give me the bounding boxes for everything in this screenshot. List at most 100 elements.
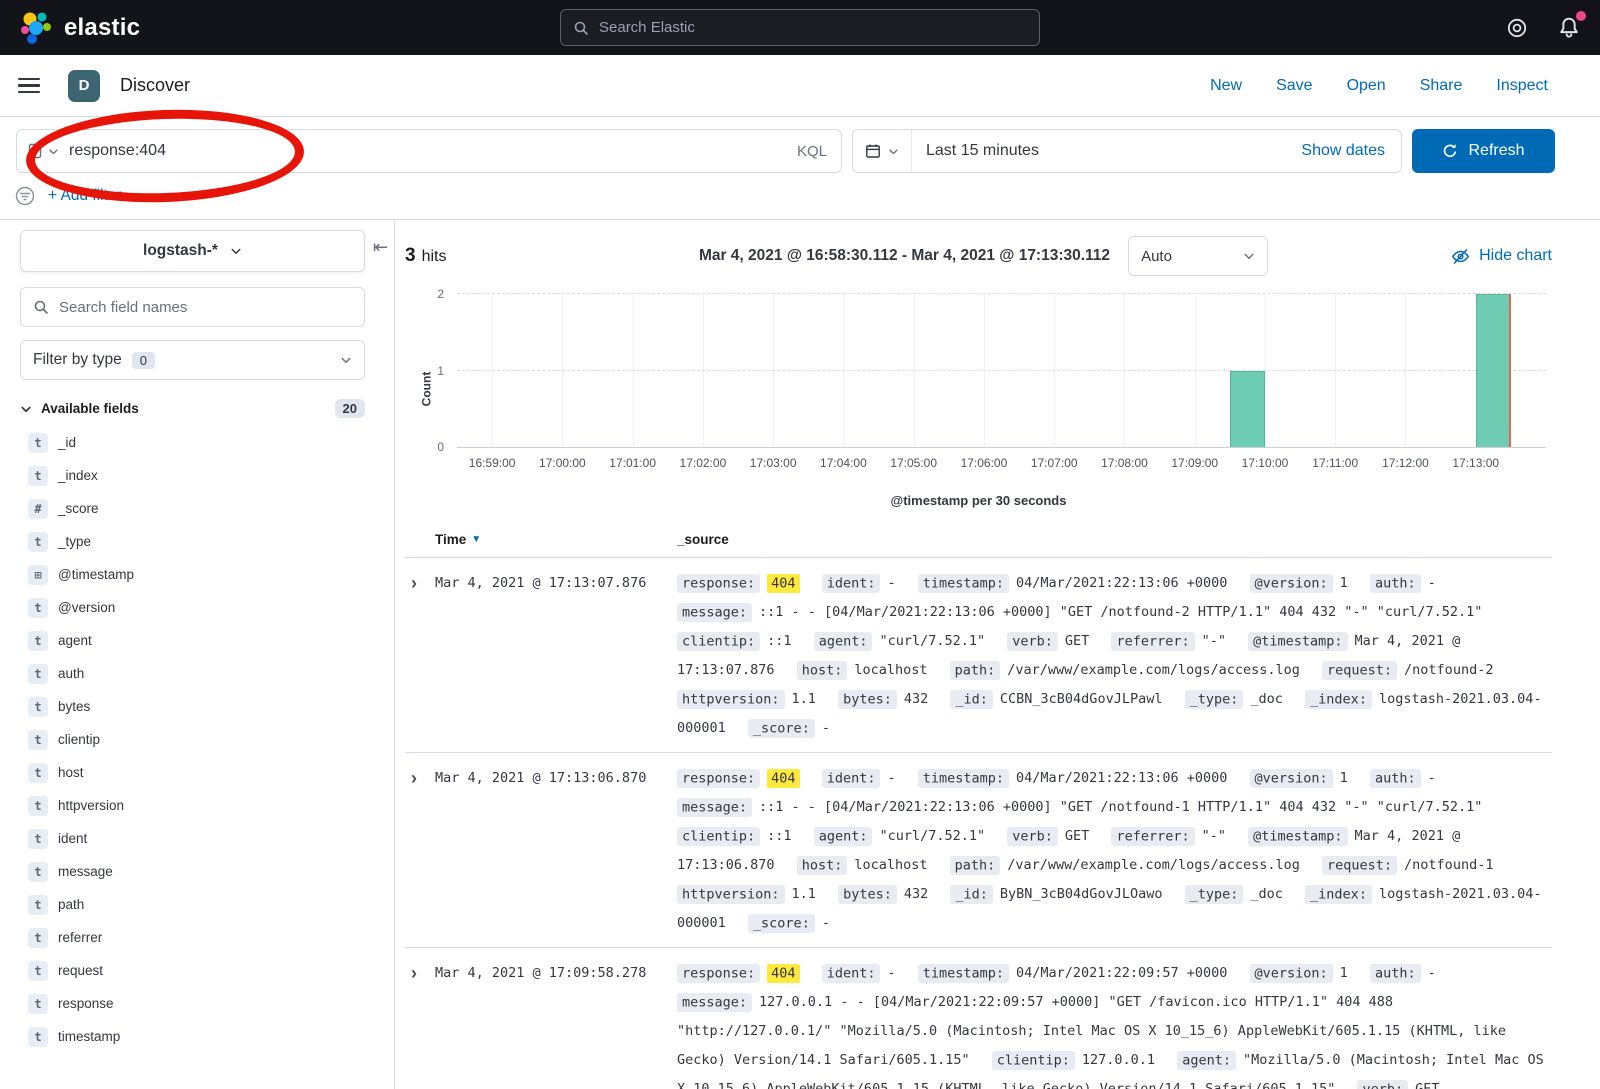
source-field-key: clientip:: [677, 827, 760, 846]
date-picker-menu-button[interactable]: [853, 130, 912, 172]
field-item-_index[interactable]: t_index: [20, 459, 364, 492]
chart-time-range: Mar 4, 2021 @ 16:58:30.112 - Mar 4, 2021…: [699, 247, 1110, 265]
source-field-key: auth:: [1370, 574, 1421, 593]
help-icon[interactable]: [1504, 15, 1530, 41]
field-item-ident[interactable]: tident: [20, 822, 364, 855]
query-input[interactable]: [69, 142, 777, 160]
source-field-key: _type:: [1185, 690, 1244, 709]
field-item-host[interactable]: thost: [20, 756, 364, 789]
query-language-button[interactable]: KQL: [787, 143, 827, 160]
field-name: agent: [58, 633, 92, 648]
x-tick-label: 17:03:00: [750, 456, 797, 470]
x-tick-label: 17:09:00: [1171, 456, 1218, 470]
filter-icon[interactable]: [14, 185, 36, 207]
field-item-_id[interactable]: t_id: [20, 426, 364, 459]
field-item-httpversion[interactable]: thttpversion: [20, 789, 364, 822]
nav-inspect-link[interactable]: Inspect: [1496, 77, 1548, 95]
source-field-value: "curl/7.52.1": [879, 828, 985, 844]
expand-row-button[interactable]: ›: [405, 959, 435, 1089]
time-column-header[interactable]: Time ▼: [435, 532, 677, 547]
source-field-key: _score:: [748, 719, 815, 738]
field-name: @timestamp: [58, 567, 134, 582]
y-tick-label: 1: [437, 364, 444, 378]
refresh-button[interactable]: Refresh: [1412, 129, 1555, 173]
field-search-input[interactable]: [59, 299, 352, 316]
doc-source: response:404 ident:- timestamp:04/Mar/20…: [677, 959, 1552, 1089]
x-tick-label: 17:12:00: [1382, 456, 1429, 470]
source-field-value: "curl/7.52.1": [879, 633, 985, 649]
source-field-value: -: [1428, 965, 1436, 981]
menu-icon[interactable]: [18, 78, 40, 94]
global-search[interactable]: [560, 9, 1040, 46]
field-item-@timestamp[interactable]: ⊞@timestamp: [20, 558, 364, 591]
nav-open-link[interactable]: Open: [1347, 77, 1386, 95]
collapse-sidebar-icon[interactable]: ⇤: [373, 238, 388, 256]
field-item-timestamp[interactable]: ttimestamp: [20, 1020, 364, 1053]
hits-bar: 3 hits Mar 4, 2021 @ 16:58:30.112 - Mar …: [405, 236, 1552, 276]
field-item-agent[interactable]: tagent: [20, 624, 364, 657]
field-item-request[interactable]: trequest: [20, 954, 364, 987]
source-field-value: GET: [1065, 633, 1089, 649]
field-item-response[interactable]: tresponse: [20, 987, 364, 1020]
x-tick-label: 17:01:00: [609, 456, 656, 470]
field-item-message[interactable]: tmessage: [20, 855, 364, 888]
field-item-_score[interactable]: #_score: [20, 492, 364, 525]
index-pattern-select[interactable]: logstash-*: [20, 230, 365, 272]
source-field-value: 1: [1340, 575, 1348, 591]
source-field-key: agent:: [814, 827, 873, 846]
nav-save-link[interactable]: Save: [1276, 77, 1312, 95]
hits-label: hits: [422, 248, 447, 266]
elastic-logo[interactable]: elastic: [18, 10, 140, 46]
source-field-key: host:: [797, 661, 848, 680]
time-end-marker: [1509, 294, 1511, 447]
expand-row-button[interactable]: ›: [405, 764, 435, 938]
source-field-value: 1: [1340, 965, 1348, 981]
source-field-value: 127.0.0.1: [1082, 1052, 1155, 1068]
doc-time: Mar 4, 2021 @ 17:13:07.876: [435, 569, 677, 743]
add-filter-button[interactable]: + Add filter: [48, 187, 122, 205]
source-field-value: _doc: [1250, 691, 1283, 707]
source-field-value: ::1 - - [04/Mar/2021:22:13:06 +0000] "GE…: [759, 604, 1482, 620]
histogram-bar[interactable]: [1230, 371, 1265, 448]
field-type-string-icon: t: [28, 829, 48, 849]
available-fields-accordion[interactable]: Available fields 20: [20, 395, 365, 426]
source-field-value: /var/www/example.com/logs/access.log: [1007, 662, 1300, 678]
source-field-key: auth:: [1370, 769, 1421, 788]
source-field-key: referrer:: [1111, 632, 1194, 651]
hide-chart-button[interactable]: Hide chart: [1392, 247, 1552, 266]
expand-row-button[interactable]: ›: [405, 569, 435, 743]
field-name: clientip: [58, 732, 100, 747]
saved-query-menu-button[interactable]: [27, 143, 59, 159]
nav-share-link[interactable]: Share: [1420, 77, 1463, 95]
interval-value: Auto: [1141, 248, 1172, 265]
source-field-value: -: [1428, 770, 1436, 786]
time-range-value[interactable]: Last 15 minutes: [912, 142, 1053, 160]
source-field-key: _index:: [1305, 885, 1372, 904]
eye-slash-icon: [1451, 247, 1470, 266]
source-field-key: clientip:: [677, 632, 760, 651]
histogram-bar[interactable]: [1476, 294, 1511, 447]
filter-by-type-select[interactable]: Filter by type 0: [20, 340, 365, 380]
field-name: host: [58, 765, 84, 780]
notifications-icon[interactable]: [1556, 15, 1582, 41]
source-field-key: path:: [950, 661, 1001, 680]
source-field-value: GET: [1415, 1081, 1439, 1089]
field-item-_type[interactable]: t_type: [20, 525, 364, 558]
field-item-referrer[interactable]: treferrer: [20, 921, 364, 954]
x-tick-label: 16:59:00: [469, 456, 516, 470]
source-field-value-highlighted: 404: [767, 964, 799, 983]
field-item-auth[interactable]: tauth: [20, 657, 364, 690]
interval-select[interactable]: Auto: [1128, 236, 1268, 276]
x-tick-label: 17:04:00: [820, 456, 867, 470]
global-search-input[interactable]: [599, 19, 1027, 36]
nav-new-link[interactable]: New: [1210, 77, 1242, 95]
field-item-bytes[interactable]: tbytes: [20, 690, 364, 723]
source-field-key: response:: [677, 574, 760, 593]
show-dates-link[interactable]: Show dates: [1301, 142, 1401, 160]
doc-table-header: Time ▼ _source: [405, 522, 1552, 558]
field-item-path[interactable]: tpath: [20, 888, 364, 921]
chevron-down-icon: [340, 354, 352, 366]
field-item-@version[interactable]: t@version: [20, 591, 364, 624]
source-field-value: ::1: [767, 828, 791, 844]
field-item-clientip[interactable]: tclientip: [20, 723, 364, 756]
